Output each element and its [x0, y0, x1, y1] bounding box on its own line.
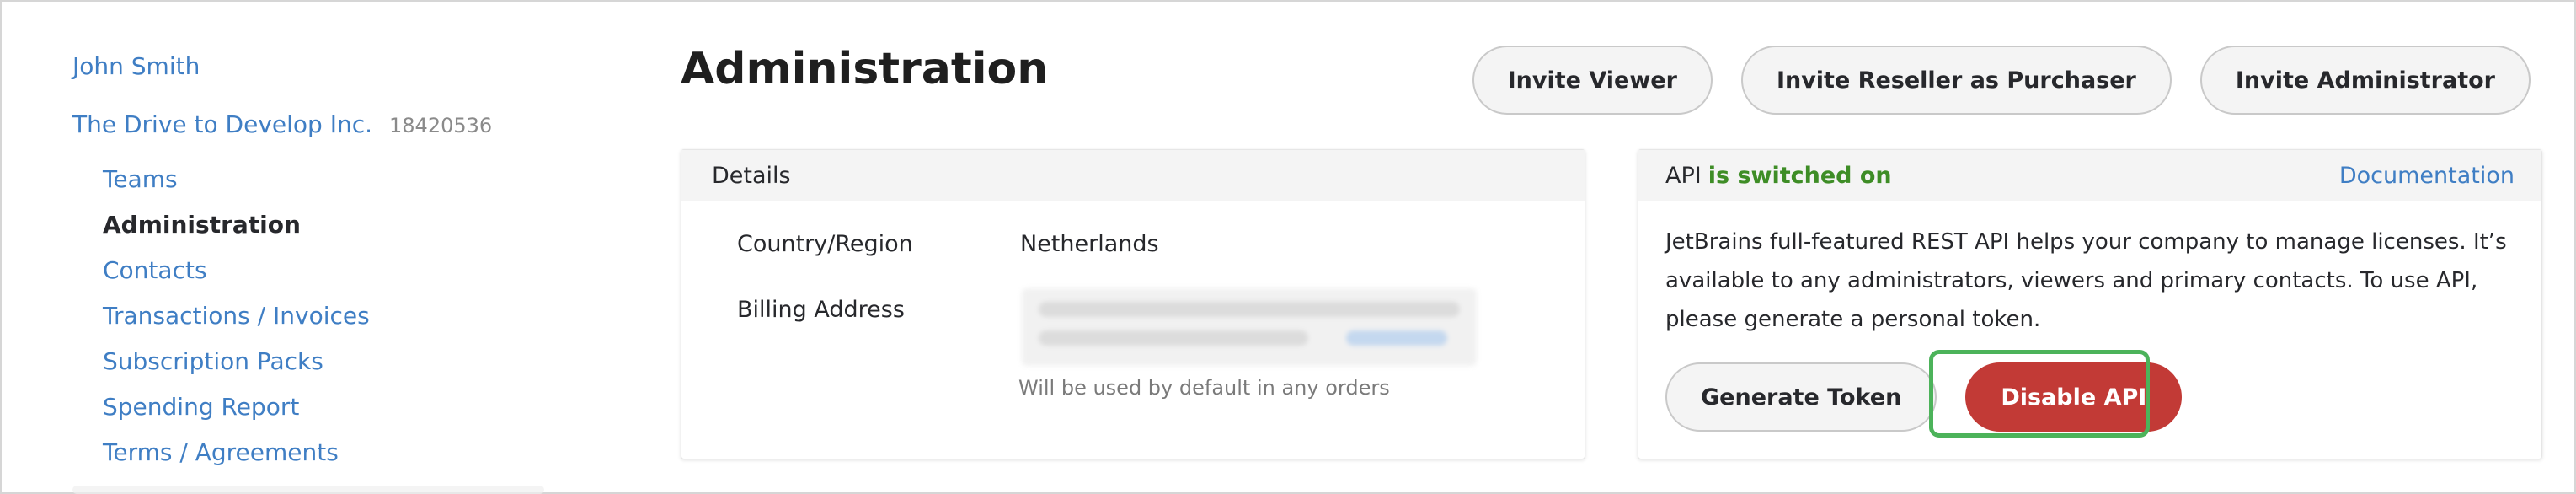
page-title: Administration — [681, 44, 1049, 94]
company-id: 18420536 — [389, 114, 493, 137]
documentation-link[interactable]: Documentation — [2339, 163, 2515, 189]
redacted-line — [1039, 330, 1308, 346]
redacted-line — [1039, 302, 1460, 317]
disable-api-highlight — [1929, 350, 2150, 438]
billing-address-label: Billing Address — [737, 297, 905, 323]
header-actions: Invite Viewer Invite Reseller as Purchas… — [1472, 46, 2531, 115]
api-card-header: API is switched on Documentation — [1638, 150, 2541, 201]
sidebar-item-transactions-invoices[interactable]: Transactions / Invoices — [103, 293, 544, 339]
generate-token-button[interactable]: Generate Token — [1665, 362, 1937, 432]
details-card: Details Country/Region Netherlands Billi… — [681, 149, 1585, 459]
country-region-value: Netherlands — [1020, 231, 1159, 257]
sidebar-item-subscription-packs[interactable]: Subscription Packs — [103, 339, 544, 384]
sidebar: John Smith The Drive to Develop Inc. 184… — [72, 52, 544, 475]
country-region-label: Country/Region — [737, 231, 913, 257]
sidebar-item-contacts[interactable]: Contacts — [103, 248, 544, 293]
sidebar-nav: Teams Administration Contacts Transactio… — [103, 157, 544, 475]
api-status-label: API — [1665, 162, 1702, 189]
sidebar-item-teams[interactable]: Teams — [103, 157, 544, 202]
user-name-link[interactable]: John Smith — [72, 52, 544, 80]
api-description: JetBrains full-featured REST API helps y… — [1665, 229, 2507, 332]
company-row: The Drive to Develop Inc. 18420536 — [72, 110, 544, 138]
invite-reseller-button[interactable]: Invite Reseller as Purchaser — [1740, 46, 2172, 115]
invite-viewer-button[interactable]: Invite Viewer — [1472, 46, 1713, 115]
sidebar-divider — [72, 486, 544, 494]
sidebar-item-terms-agreements[interactable]: Terms / Agreements — [103, 430, 544, 475]
redacted-change-link — [1346, 330, 1448, 346]
sidebar-item-spending-report[interactable]: Spending Report — [103, 384, 544, 430]
sidebar-item-administration[interactable]: Administration — [103, 202, 544, 248]
billing-address-value-redacted — [1022, 288, 1477, 366]
invite-administrator-button[interactable]: Invite Administrator — [2199, 46, 2531, 115]
api-status: API is switched on — [1665, 163, 1892, 189]
company-name-link[interactable]: The Drive to Develop Inc. — [72, 110, 372, 138]
billing-address-note: Will be used by default in any orders — [1018, 376, 1390, 400]
api-status-value: is switched on — [1708, 162, 1892, 189]
details-card-header: Details — [681, 150, 1585, 201]
